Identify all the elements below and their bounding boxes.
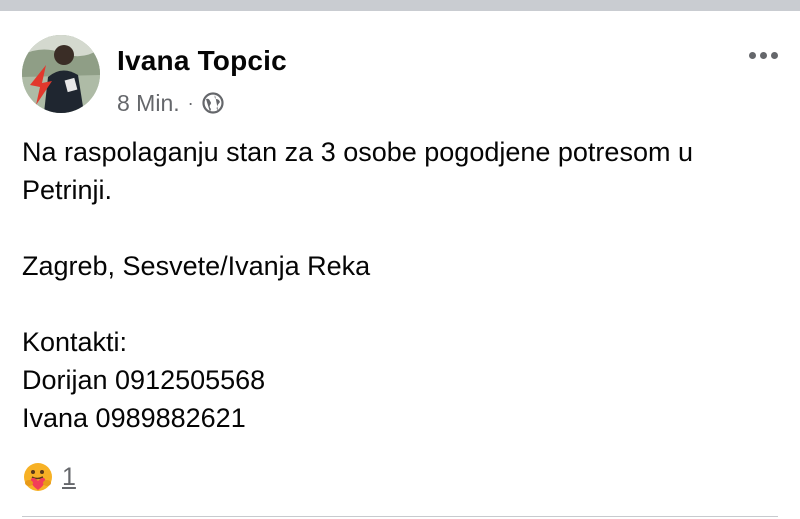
care-reaction-icon[interactable]	[22, 461, 54, 493]
post-timestamp[interactable]: 8 Min.	[117, 90, 180, 117]
meta-separator: ·	[187, 93, 194, 113]
more-options-icon[interactable]	[746, 45, 780, 65]
avatar-photo	[22, 35, 100, 113]
feed-separator-strip	[0, 0, 800, 11]
post-meta: 8 Min. ·	[117, 89, 224, 117]
post-paragraph: Zagreb, Sesvete/Ivanja Reka	[22, 251, 371, 281]
post-divider	[22, 516, 778, 517]
globe-icon[interactable]	[202, 92, 224, 114]
author-avatar[interactable]	[22, 35, 100, 113]
paragraph-spacer	[22, 285, 782, 323]
paragraph-spacer	[22, 209, 782, 247]
post-message: Na raspolaganju stan za 3 osobe pogodjen…	[22, 133, 782, 437]
post-paragraph: Na raspolaganju stan za 3 osobe pogodjen…	[22, 137, 701, 205]
post-header: Ivana Topcic 8 Min. ·	[22, 35, 782, 117]
author-name[interactable]: Ivana Topcic	[117, 45, 287, 77]
reaction-count[interactable]: 1	[62, 463, 76, 492]
reactions-bar[interactable]: 1	[22, 457, 76, 497]
facebook-post: Ivana Topcic 8 Min. · Na raspolaganju st…	[0, 11, 800, 519]
post-paragraph: Kontakti: Dorijan 0912505568 Ivana 09898…	[22, 327, 266, 433]
